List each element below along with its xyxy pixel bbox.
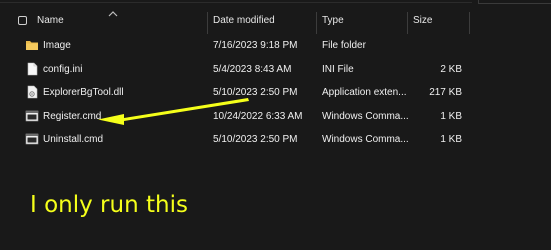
- annotation-caption: I only run this: [30, 192, 188, 218]
- file-explorer-view: Name Date modified Type Size Image 7/16/…: [0, 0, 551, 250]
